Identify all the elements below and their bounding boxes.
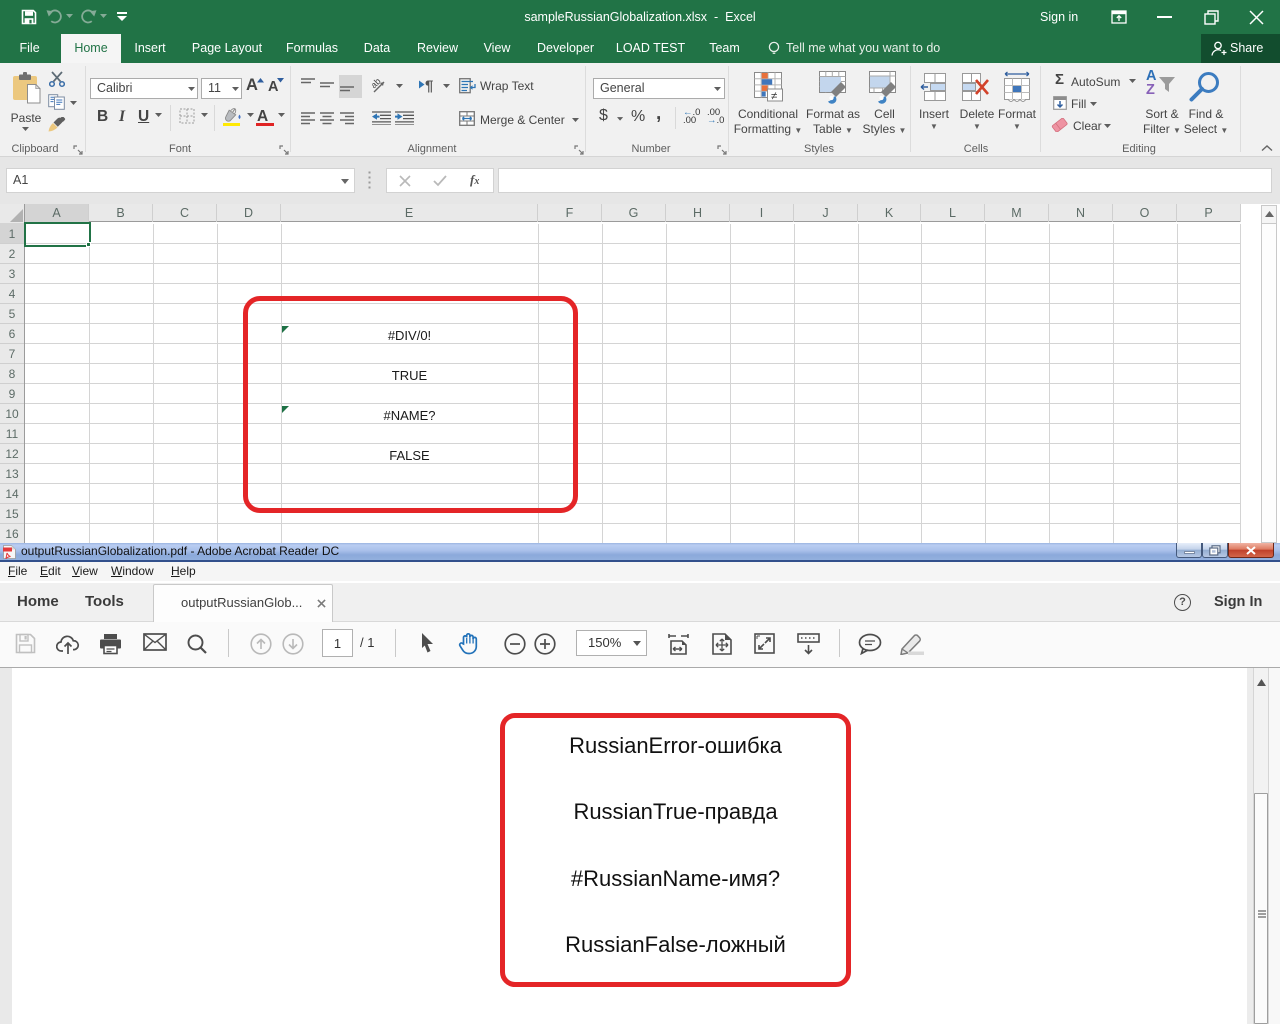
svg-text:¶: ¶ [425,78,433,94]
svg-text:ab: ab [372,77,383,90]
svg-text:≠: ≠ [771,91,777,103]
